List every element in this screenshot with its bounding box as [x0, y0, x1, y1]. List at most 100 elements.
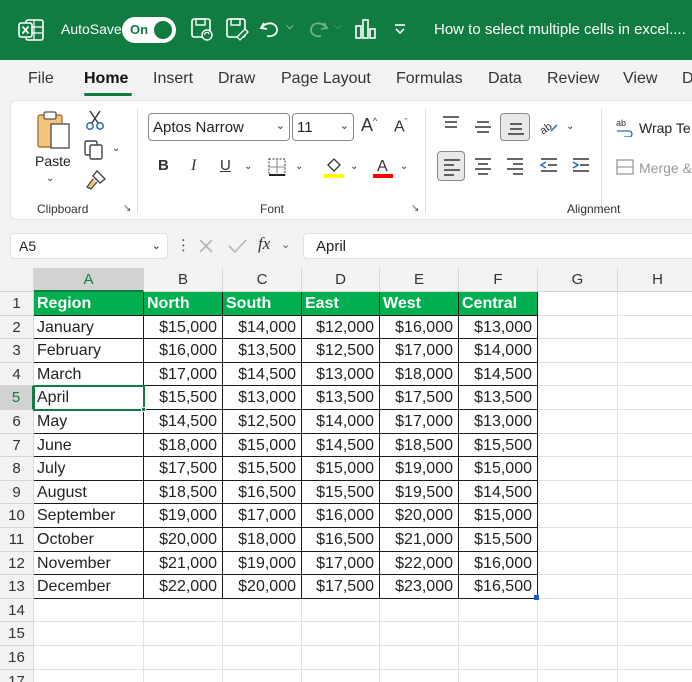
sales-value-cell[interactable]: $16,000 [302, 504, 380, 528]
empty-cell[interactable] [618, 316, 692, 340]
format-painter-icon[interactable] [85, 169, 107, 191]
empty-cell[interactable] [618, 552, 692, 576]
tab-home[interactable]: Home [84, 70, 128, 88]
undo-icon[interactable] [258, 16, 282, 42]
column-header-d[interactable]: D [302, 268, 380, 292]
sales-value-cell[interactable]: $15,000 [223, 433, 302, 458]
table-header-cell[interactable]: North [144, 292, 223, 316]
sales-value-cell[interactable]: $17,000 [144, 362, 223, 387]
fill-color-dropdown-icon[interactable]: ⌄ [350, 161, 358, 172]
align-left-button[interactable] [437, 151, 465, 181]
column-header-g[interactable]: G [538, 268, 618, 292]
row-header-11[interactable]: 11 [0, 528, 34, 552]
month-cell[interactable]: February [34, 339, 144, 363]
save-sync-icon[interactable] [190, 16, 214, 42]
tab-overflow[interactable]: D [682, 70, 692, 88]
sales-value-cell[interactable]: $13,500 [302, 386, 380, 410]
table-header-cell[interactable]: South [223, 292, 302, 316]
tab-view[interactable]: View [623, 70, 657, 88]
sales-value-cell[interactable]: $15,000 [144, 315, 223, 340]
paste-label[interactable]: Paste [35, 153, 71, 169]
customize-toolbar-icon[interactable] [390, 16, 414, 42]
bottom-align-button[interactable] [500, 113, 530, 141]
empty-cell[interactable] [538, 598, 618, 623]
sales-value-cell[interactable]: $17,500 [380, 386, 459, 410]
sales-value-cell[interactable]: $13,000 [459, 315, 538, 340]
sales-value-cell[interactable]: $20,000 [223, 575, 302, 599]
empty-cell[interactable] [538, 410, 618, 434]
clipboard-launcher-icon[interactable]: ↘ [123, 203, 131, 214]
sales-value-cell[interactable]: $23,000 [380, 575, 459, 599]
empty-cell[interactable] [380, 646, 459, 670]
sales-value-cell[interactable]: $14,500 [459, 480, 538, 505]
sales-value-cell[interactable]: $16,500 [459, 575, 538, 599]
decrease-indent-icon[interactable] [539, 157, 559, 176]
sales-value-cell[interactable]: $13,000 [223, 386, 302, 410]
row-header-12[interactable]: 12 [0, 551, 34, 576]
sales-value-cell[interactable]: $18,000 [144, 433, 223, 458]
empty-cell[interactable] [618, 457, 692, 481]
sales-value-cell[interactable]: $19,000 [380, 457, 459, 481]
sales-value-cell[interactable]: $15,500 [302, 480, 380, 505]
sales-value-cell[interactable]: $16,500 [302, 528, 380, 552]
empty-cell[interactable] [538, 622, 618, 646]
merge-center-icon[interactable] [615, 157, 635, 177]
sales-value-cell[interactable]: $16,500 [223, 480, 302, 505]
borders-dropdown-icon[interactable]: ⌄ [295, 161, 303, 172]
month-cell[interactable]: August [34, 480, 144, 505]
empty-cell[interactable] [223, 622, 302, 646]
empty-cell[interactable] [380, 622, 459, 646]
middle-align-icon[interactable] [473, 119, 493, 137]
sales-value-cell[interactable]: $17,000 [302, 551, 380, 576]
formula-input[interactable]: April [303, 233, 692, 259]
row-header-15[interactable]: 15 [0, 622, 34, 646]
empty-cell[interactable] [538, 646, 618, 670]
sales-value-cell[interactable]: $13,500 [459, 386, 538, 410]
empty-cell[interactable] [380, 598, 459, 623]
empty-cell[interactable] [34, 598, 144, 623]
column-header-h[interactable]: H [618, 268, 692, 292]
tab-insert[interactable]: Insert [153, 70, 193, 88]
empty-cell[interactable] [618, 575, 692, 599]
empty-cell[interactable] [538, 362, 618, 387]
enter-icon[interactable] [226, 236, 248, 256]
sales-value-cell[interactable]: $14,000 [302, 410, 380, 434]
sales-value-cell[interactable]: $22,000 [144, 575, 223, 599]
copy-icon[interactable] [83, 139, 105, 161]
wrap-text-icon[interactable]: ab [615, 117, 635, 137]
autosave-toggle[interactable]: On [122, 17, 176, 43]
row-header-16[interactable]: 16 [0, 646, 34, 670]
empty-cell[interactable] [538, 339, 618, 363]
empty-cell[interactable] [538, 457, 618, 481]
empty-cell[interactable] [380, 669, 459, 682]
sales-value-cell[interactable]: $15,000 [302, 457, 380, 481]
month-cell[interactable]: May [34, 410, 144, 434]
sales-value-cell[interactable]: $12,500 [302, 339, 380, 363]
sales-value-cell[interactable]: $16,000 [459, 551, 538, 576]
tab-review[interactable]: Review [547, 70, 599, 88]
redo-icon[interactable] [306, 16, 330, 42]
sales-value-cell[interactable]: $13,000 [302, 362, 380, 387]
month-cell[interactable]: November [34, 551, 144, 576]
align-right-icon[interactable] [505, 157, 525, 176]
row-header-13[interactable]: 13 [0, 575, 34, 599]
sales-value-cell[interactable]: $16,000 [380, 315, 459, 340]
empty-cell[interactable] [144, 646, 223, 670]
empty-cell[interactable] [34, 669, 144, 682]
sales-value-cell[interactable]: $18,000 [380, 362, 459, 387]
empty-cell[interactable] [302, 598, 380, 623]
empty-cell[interactable] [538, 386, 618, 410]
sales-value-cell[interactable]: $17,500 [302, 575, 380, 599]
empty-cell[interactable] [34, 646, 144, 670]
align-center-icon[interactable] [473, 157, 493, 176]
month-cell[interactable]: September [34, 504, 144, 528]
empty-cell[interactable] [538, 575, 618, 599]
copy-dropdown-icon[interactable]: ⌄ [112, 143, 120, 154]
chevron-down-icon[interactable]: ⌄ [281, 238, 290, 251]
column-header-e[interactable]: E [380, 268, 459, 292]
sales-value-cell[interactable]: $15,500 [144, 386, 223, 410]
row-header-17[interactable]: 17 [0, 669, 34, 682]
empty-cell[interactable] [538, 292, 618, 316]
month-cell[interactable]: October [34, 528, 144, 552]
empty-cell[interactable] [144, 669, 223, 682]
